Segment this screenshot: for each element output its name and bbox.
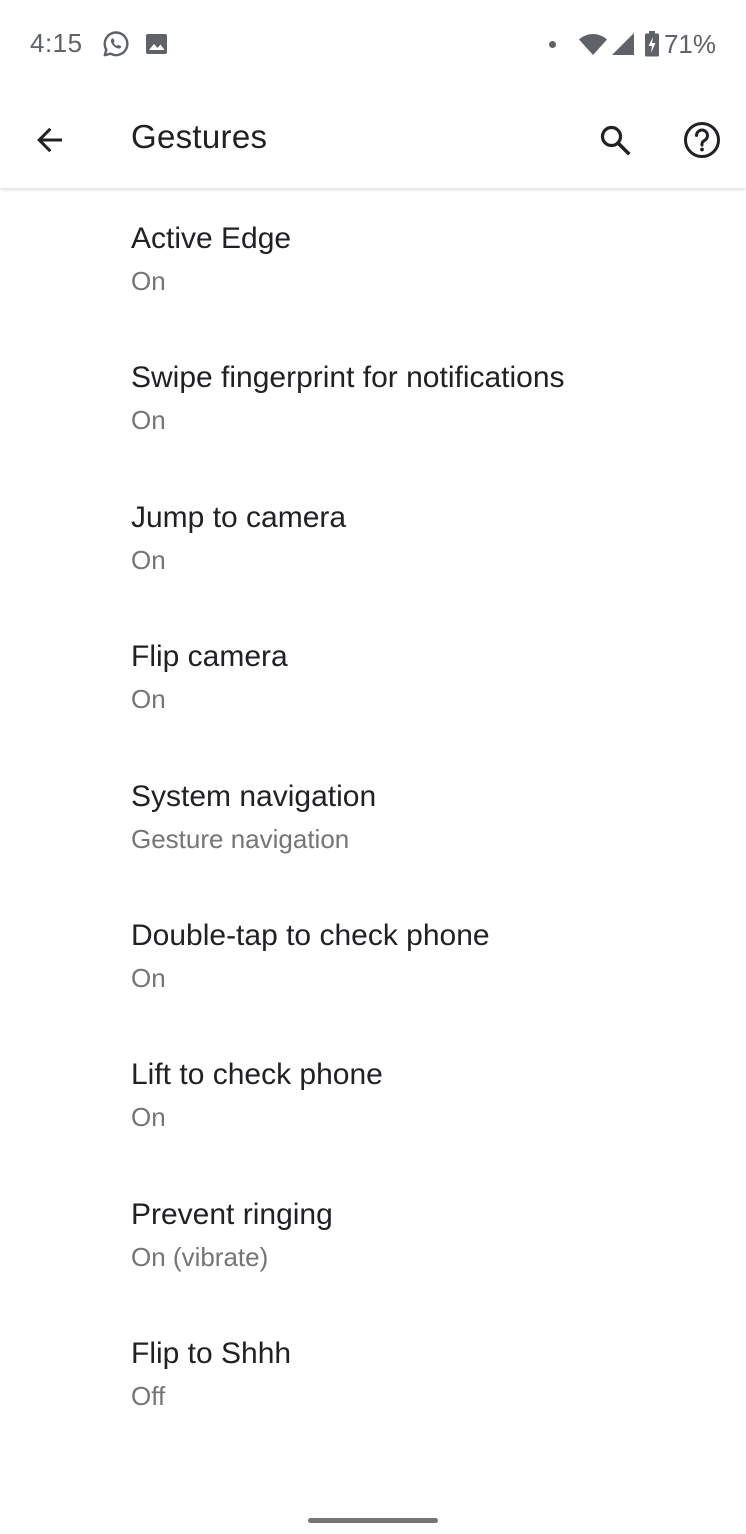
setting-summary: On (131, 266, 166, 296)
page-title: Gestures (131, 118, 268, 155)
setting-swipe-fingerprint[interactable]: Swipe fingerprint for notifications On (0, 329, 746, 468)
setting-prevent-ringing[interactable]: Prevent ringing On (vibrate) (0, 1166, 746, 1305)
setting-system-navigation[interactable]: System navigation Gesture navigation (0, 748, 746, 887)
setting-title: Flip to Shhh (131, 1337, 292, 1371)
setting-active-edge[interactable]: Active Edge On (0, 190, 746, 329)
setting-lift-check-phone[interactable]: Lift to check phone On (0, 1026, 746, 1165)
help-circle-icon (683, 121, 721, 159)
app-bar: Gestures (0, 92, 746, 188)
cell-signal-icon (610, 31, 636, 57)
setting-double-tap-check-phone[interactable]: Double-tap to check phone On (0, 887, 746, 1026)
setting-title: Active Edge (131, 222, 292, 255)
arrow-back-icon (34, 124, 66, 156)
back-button[interactable] (24, 114, 76, 166)
setting-title: Prevent ringing (131, 1197, 333, 1231)
setting-summary: On (131, 1102, 166, 1133)
help-button[interactable] (676, 114, 728, 166)
wifi-icon (578, 31, 608, 57)
notification-dot-icon (548, 40, 556, 48)
setting-summary: On (131, 405, 166, 436)
setting-summary: Gesture navigation (131, 823, 350, 854)
setting-jump-to-camera[interactable]: Jump to camera On (0, 469, 746, 608)
search-button[interactable] (589, 114, 641, 166)
setting-title: Lift to check phone (131, 1058, 383, 1092)
setting-summary: On (131, 544, 166, 575)
battery-percent: 71% (663, 28, 716, 59)
setting-title: Jump to camera (131, 500, 347, 534)
search-icon (598, 123, 632, 157)
status-time: 4:15 (30, 28, 83, 58)
settings-list: Active Edge On Swipe fingerprint for not… (0, 190, 746, 1445)
setting-flip-to-shhh[interactable]: Flip to Shhh Off (0, 1305, 746, 1444)
status-bar: 4:15 71% (0, 0, 746, 92)
whatsapp-icon (102, 30, 130, 58)
setting-summary: On (vibrate) (131, 1241, 269, 1272)
setting-summary: On (131, 962, 166, 993)
status-indicators: 71% (548, 28, 716, 60)
setting-title: System navigation (131, 779, 377, 813)
setting-title: Flip camera (131, 640, 288, 674)
setting-title: Swipe fingerprint for notifications (131, 361, 565, 395)
gesture-nav-handle[interactable] (308, 1518, 438, 1523)
setting-summary: Off (131, 1381, 166, 1412)
setting-flip-camera[interactable]: Flip camera On (0, 608, 746, 747)
battery-charging-icon (644, 30, 660, 58)
image-icon (143, 30, 171, 58)
setting-summary: On (131, 684, 166, 715)
setting-title: Double-tap to check phone (131, 918, 490, 952)
